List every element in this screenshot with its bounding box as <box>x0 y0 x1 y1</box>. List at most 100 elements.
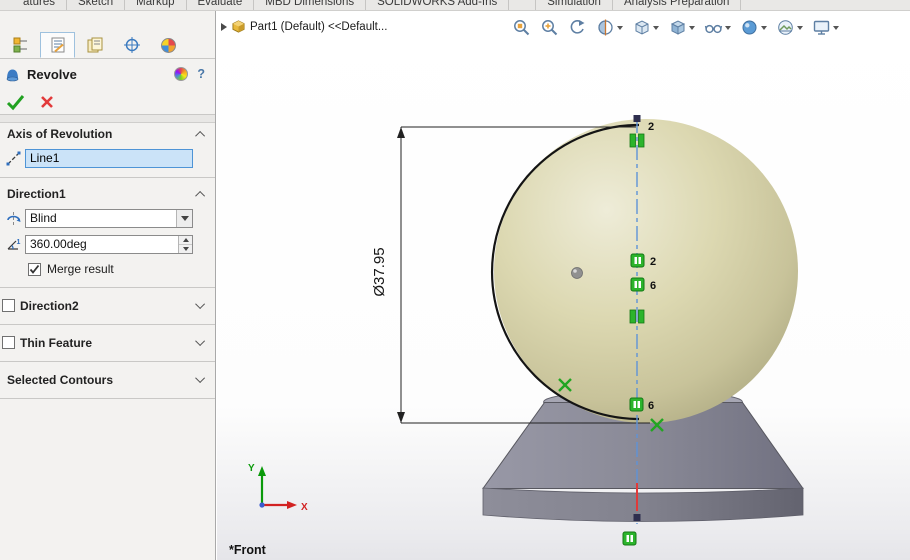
dropdown-arrow-button[interactable] <box>176 209 192 227</box>
manager-tab-row <box>0 32 215 59</box>
relation-badge-low[interactable] <box>629 397 644 412</box>
relation-badge-mid-2[interactable] <box>630 277 645 292</box>
apply-scene-button[interactable] <box>776 18 803 37</box>
ok-checkmark-button[interactable] <box>5 92 27 112</box>
tab-dimxpert-manager[interactable] <box>114 32 149 58</box>
axis-selection-field[interactable]: Line1 <box>25 148 193 168</box>
tab-mbd-dimensions[interactable]: MBD Dimensions <box>254 0 367 10</box>
section-divider <box>0 398 215 399</box>
tab-sketch[interactable]: Sketch <box>67 0 126 10</box>
graphics-viewport[interactable]: Ø37.95 2 2 6 6 Y X *Front <box>217 11 910 560</box>
selected-contours-section[interactable]: Selected Contours <box>0 367 215 392</box>
reference-triad: Y X <box>248 463 308 513</box>
spin-down-button[interactable] <box>179 244 192 253</box>
chevron-down-icon <box>653 25 659 30</box>
revolve-direction-icon[interactable] <box>5 210 22 227</box>
zoom-to-area-button[interactable] <box>540 18 559 37</box>
axis-section-label: Axis of Revolution <box>7 127 113 141</box>
end-condition-row: Blind <box>0 205 215 231</box>
tab-solidworks-addins[interactable]: SOLIDWORKS Add-Ins <box>366 0 510 10</box>
feature-tree-expand-arrow[interactable] <box>221 22 227 31</box>
view-orientation-button[interactable] <box>632 18 659 37</box>
feature-title-row: Revolve ? <box>0 59 215 89</box>
view-settings-button[interactable] <box>812 18 839 37</box>
tab-feature-manager[interactable] <box>3 32 38 58</box>
part-icon <box>232 20 245 33</box>
zoom-area-icon <box>542 20 558 36</box>
relation-badge-mid-1[interactable] <box>630 253 645 268</box>
section-divider <box>0 287 215 288</box>
breadcrumb-part-label[interactable]: Part1 (Default) <<Default... <box>250 21 387 33</box>
angle-icon: 1 <box>7 239 20 250</box>
revolve-feature-icon <box>6 69 19 81</box>
tab-features[interactable]: atures <box>12 0 67 10</box>
pin-color-help-icon[interactable] <box>174 67 189 81</box>
tab-simulation[interactable]: Simulation <box>535 0 613 10</box>
graphics-area[interactable]: Ø37.95 2 2 6 6 Y X *Front Part1 (Default… <box>217 11 910 560</box>
relation-badge-bottom[interactable] <box>622 531 637 546</box>
cancel-x-button[interactable] <box>39 94 55 110</box>
help-icon[interactable]: ? <box>197 67 205 81</box>
tab-evaluate[interactable]: Evaluate <box>187 0 255 10</box>
direction2-label: Direction2 <box>20 298 79 313</box>
configurations-icon <box>87 37 102 53</box>
thin-feature-section[interactable]: Thin Feature <box>0 330 215 355</box>
scene-icon <box>778 20 793 35</box>
group-separator <box>0 115 215 123</box>
view-orientation-cube-icon <box>635 20 649 35</box>
command-manager-tab-bar: atures Sketch Markup Evaluate MBD Dimens… <box>0 0 910 11</box>
chevron-down-icon <box>617 25 623 30</box>
sketch-endpoint-top[interactable] <box>633 115 641 122</box>
axis-of-revolution-header[interactable]: Axis of Revolution <box>0 123 215 145</box>
previous-view-icon <box>570 20 585 34</box>
merge-result-checkbox[interactable] <box>28 262 41 276</box>
merge-result-row: Merge result <box>0 257 215 281</box>
tab-markup[interactable]: Markup <box>125 0 187 10</box>
diameter-dimension-text[interactable]: Ø37.95 <box>371 247 388 296</box>
origin-point <box>571 267 583 279</box>
appearance-ball-icon <box>742 20 757 35</box>
edit-appearance-button[interactable] <box>740 18 767 37</box>
direction2-checkbox[interactable] <box>2 299 15 312</box>
thin-feature-checkbox[interactable] <box>2 336 15 349</box>
solidworks-window: atures Sketch Markup Evaluate MBD Dimens… <box>0 0 910 560</box>
glasses-icon <box>704 24 723 34</box>
section-divider <box>0 324 215 325</box>
checkmark-icon <box>29 264 40 274</box>
heads-up-view-toolbar <box>512 18 839 37</box>
end-condition-dropdown[interactable]: Blind <box>25 208 193 228</box>
selected-contours-label: Selected Contours <box>7 372 114 387</box>
angle-row: 1 360.00deg <box>0 231 215 257</box>
relation-count-low: 6 <box>648 400 654 412</box>
previous-view-button[interactable] <box>568 18 587 37</box>
triad-y-label: Y <box>248 463 255 474</box>
angle-value: 360.00deg <box>30 237 87 251</box>
tab-analysis-preparation[interactable]: Analysis Preparation <box>613 0 742 10</box>
view-orientation-label: *Front <box>229 543 267 557</box>
hide-show-items-button[interactable] <box>704 18 731 37</box>
section-view-icon <box>598 19 613 36</box>
chevron-down-icon <box>182 246 189 251</box>
spin-up-button[interactable] <box>179 235 192 245</box>
breadcrumb: Part1 (Default) <<Default... <box>221 20 387 33</box>
axis-line-icon <box>6 151 20 165</box>
direction1-header[interactable]: Direction1 <box>0 183 215 205</box>
display-style-button[interactable] <box>668 18 695 37</box>
tab-configuration-manager[interactable] <box>77 32 112 58</box>
property-manager-panel: Revolve ? Axis of Revolution Line1 Direc… <box>0 11 216 560</box>
tab-display-manager[interactable] <box>151 32 186 58</box>
command-tabs: atures Sketch Markup Evaluate MBD Dimens… <box>0 0 910 10</box>
direction2-section[interactable]: Direction2 <box>0 293 215 318</box>
chevron-up-icon <box>182 237 189 242</box>
chevron-down-icon <box>761 25 767 30</box>
angle-spinner[interactable]: 360.00deg <box>25 234 193 254</box>
end-condition-value: Blind <box>30 211 57 225</box>
panel-title: Revolve <box>27 66 77 82</box>
relation-count-top: 2 <box>648 121 654 133</box>
zoom-to-fit-button[interactable] <box>512 18 531 37</box>
tab-property-manager[interactable] <box>40 32 75 58</box>
sketch-endpoint-bottom[interactable] <box>633 514 641 521</box>
chevron-down-icon <box>180 215 189 221</box>
section-view-button[interactable] <box>596 18 623 37</box>
axis-selection-row: Line1 <box>0 145 215 171</box>
